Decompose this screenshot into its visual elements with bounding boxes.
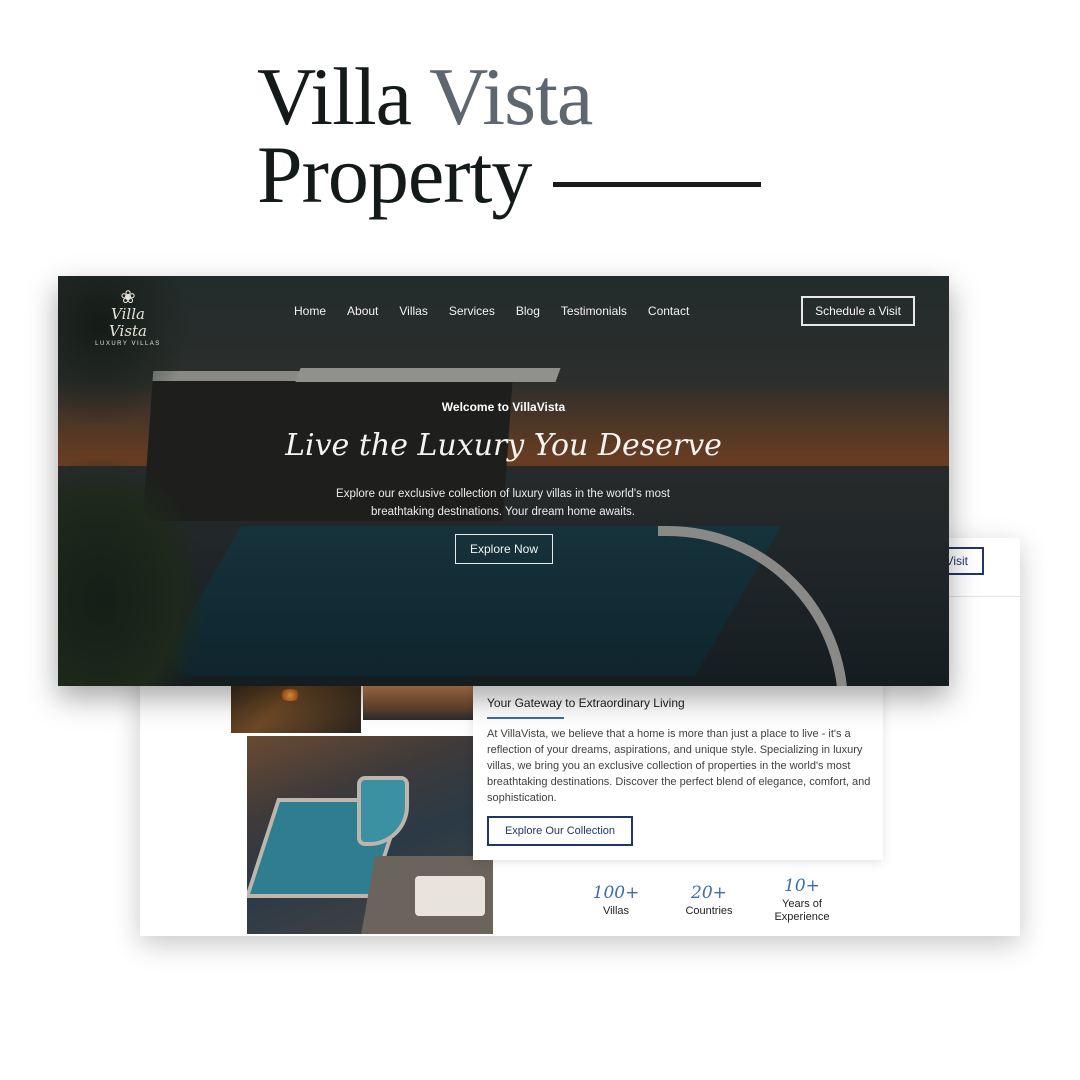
site-logo[interactable]: ❀ Villa Vista LUXURY VILLAS xyxy=(90,288,166,348)
headline-line-2: Property xyxy=(257,129,762,220)
stat-value: 10+ xyxy=(784,876,820,896)
stat-value: 100+ xyxy=(592,883,640,903)
headline-property: Property xyxy=(257,129,532,220)
gateway-body: At VillaVista, we believe that a home is… xyxy=(487,728,871,804)
hero-title: Live the Luxury You Deserve xyxy=(285,428,722,463)
firepit-photo xyxy=(228,678,364,736)
nav-testimonials[interactable]: Testimonials xyxy=(561,304,627,318)
hero-subtitle: Explore our exclusive collection of luxu… xyxy=(336,488,670,518)
hero-overlay xyxy=(58,276,949,686)
stat-value: 20+ xyxy=(691,883,727,903)
main-nav: Home About Villas Services Blog Testimon… xyxy=(294,304,689,318)
stat-label: Countries xyxy=(685,905,733,917)
logo-tagline: LUXURY VILLAS xyxy=(95,341,161,347)
stat-villas: 100+ Villas xyxy=(571,883,661,918)
logo-name: Villa Vista xyxy=(108,305,148,340)
header-divider xyxy=(948,596,1020,597)
title-underline xyxy=(487,717,564,719)
explore-now-button[interactable]: Explore Now xyxy=(455,534,553,564)
sofa-shape xyxy=(415,876,485,916)
pool-curve-shape xyxy=(357,776,409,846)
schedule-visit-button[interactable]: Schedule a Visit xyxy=(801,296,915,326)
nav-about[interactable]: About xyxy=(347,304,378,318)
headline-rule xyxy=(553,181,762,187)
nav-blog[interactable]: Blog xyxy=(516,304,540,318)
nav-services[interactable]: Services xyxy=(449,304,495,318)
nav-contact[interactable]: Contact xyxy=(648,304,689,318)
stat-countries: 20+ Countries xyxy=(664,883,754,918)
flower-emblem-icon: ❀ xyxy=(120,287,136,307)
hero-welcome: Welcome to VillaVista xyxy=(441,400,566,414)
nav-home[interactable]: Home xyxy=(294,304,326,318)
gateway-title: Your Gateway to Extraordinary Living xyxy=(487,696,685,710)
hero-section: ❀ Villa Vista LUXURY VILLAS Home About V… xyxy=(58,276,949,686)
headline-line-1: Villa Vista xyxy=(257,56,761,138)
gateway-text-card: Your Gateway to Extraordinary Living At … xyxy=(473,676,883,860)
page-headline: Villa Vista Property xyxy=(257,56,762,220)
fire-shape xyxy=(279,689,301,701)
explore-collection-button[interactable]: Explore Our Collection xyxy=(487,816,633,846)
nav-villas[interactable]: Villas xyxy=(399,304,427,318)
stat-label: Villas xyxy=(602,905,630,917)
pool-deck-photo xyxy=(247,736,493,934)
stat-years: 10+ Years of Experience xyxy=(757,876,847,924)
stat-label: Years of Experience xyxy=(774,898,830,923)
